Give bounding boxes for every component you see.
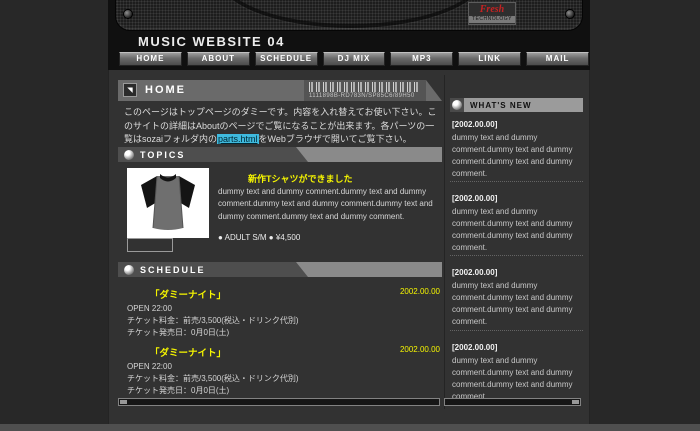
dotted-divider (450, 181, 583, 182)
topic-title: 新作Tシャツができました (248, 172, 353, 185)
event-row: 「ダミーナイト」 2002.00.00 (118, 345, 442, 359)
event-details: OPEN 22:00 チケット料金：前売/3,500(税込・ドリンク代別) チケ… (127, 361, 437, 397)
nav-about[interactable]: ABOUT (187, 52, 250, 66)
news-date: [2002.00.00] (452, 194, 582, 203)
event-ticket-release: チケット発売日：0月0日(土) (127, 385, 437, 397)
speaker-panel: Fresh TECHNOLOGY (115, 0, 583, 31)
brand-sub-text: TECHNOLOGY (469, 16, 515, 23)
barcode-icon (309, 82, 421, 92)
topics-section-label: TOPICS (140, 150, 185, 160)
news-item: [2002.00.00] dummy text and dummy commen… (452, 194, 582, 254)
nav-link[interactable]: LINK (458, 52, 521, 66)
event-ticket-release: チケット発売日：0月0日(土) (127, 327, 437, 339)
news-body: dummy text and dummy comment.dummy text … (452, 132, 582, 180)
screw-icon-left (123, 9, 133, 19)
news-date: [2002.00.00] (452, 268, 582, 277)
scrollbar-knob[interactable] (572, 400, 579, 404)
topics-section-header: TOPICS (118, 147, 442, 162)
tshirt-image (127, 168, 209, 238)
event-title: 「ダミーナイト」 (150, 287, 226, 301)
whats-new-label: WHAT'S NEW (470, 101, 532, 110)
news-body: dummy text and dummy comment.dummy text … (452, 355, 582, 403)
screw-icon-right (565, 9, 575, 19)
speaker-cone (216, 0, 486, 28)
event-open-time: OPEN 22:00 (127, 361, 437, 373)
event-date: 2002.00.00 (400, 287, 440, 301)
schedule-section-label: SCHEDULE (140, 265, 206, 275)
news-item: [2002.00.00] dummy text and dummy commen… (452, 120, 582, 180)
main-footer-scrollbar[interactable] (118, 398, 440, 406)
site-title: MUSIC WEBSITE 04 (138, 34, 285, 49)
sidebar-footer-scrollbar[interactable] (444, 398, 581, 406)
topic-body: dummy text and dummy comment.dummy text … (218, 186, 442, 223)
event-date: 2002.00.00 (400, 345, 440, 359)
news-item: [2002.00.00] dummy text and dummy commen… (452, 343, 582, 403)
dotted-divider (450, 255, 583, 256)
news-date: [2002.00.00] (452, 120, 582, 129)
scrollbar-knob[interactable] (120, 400, 127, 404)
tshirt-graphic (127, 168, 209, 238)
event-ticket-price: チケット料金：前売/3,500(税込・ドリンク代別) (127, 315, 437, 327)
news-date: [2002.00.00] (452, 343, 582, 352)
news-body: dummy text and dummy comment.dummy text … (452, 206, 582, 254)
page: Fresh TECHNOLOGY MUSIC WEBSITE 04 HOME A… (0, 0, 700, 431)
event-row: 「ダミーナイト」 2002.00.00 (118, 287, 442, 301)
header-band: Fresh TECHNOLOGY MUSIC WEBSITE 04 HOME A… (108, 0, 590, 70)
news-body: dummy text and dummy comment.dummy text … (452, 280, 582, 328)
parts-html-link[interactable]: parts.html (217, 134, 259, 144)
window-bottom-edge (0, 424, 700, 431)
whats-new-header: WHAT'S NEW (450, 98, 583, 112)
nav-djmix[interactable]: DJ MIX (323, 52, 386, 66)
topic-price-spec: ● ADULT S/M ● ¥4,500 (218, 233, 300, 242)
event-ticket-price: チケット料金：前売/3,500(税込・ドリンク代別) (127, 373, 437, 385)
barcode-text: 1111898B-RD783N/SP85C6/89H50 (309, 93, 415, 99)
topic-tag-placeholder (127, 238, 173, 252)
sphere-icon (452, 100, 462, 110)
event-title: 「ダミーナイト」 (150, 345, 226, 359)
dotted-divider (450, 330, 583, 331)
nav-home[interactable]: HOME (119, 52, 182, 66)
brand-logo-text: Fresh (469, 3, 515, 16)
column-divider (444, 75, 445, 409)
intro-text-after: をWebブラウザで開いてご覧下さい。 (259, 134, 412, 144)
whats-new-header-tip (450, 98, 464, 112)
sphere-icon (124, 265, 134, 275)
nav-mp3[interactable]: MP3 (390, 52, 453, 66)
home-section-header: ◥ HOME 1111898B-RD783N/SP85C6/89H50 (118, 80, 442, 101)
event-open-time: OPEN 22:00 (127, 303, 437, 315)
sphere-icon (124, 150, 134, 160)
home-icon: ◥ (123, 83, 137, 97)
nav-mail[interactable]: MAIL (526, 52, 589, 66)
event-details: OPEN 22:00 チケット料金：前売/3,500(税込・ドリンク代別) チケ… (127, 303, 437, 339)
news-item: [2002.00.00] dummy text and dummy commen… (452, 268, 582, 328)
intro-paragraph: このページはトップページのダミーです。内容を入れ替えてお使い下さい。このサイトの… (124, 106, 438, 147)
brand-badge: Fresh TECHNOLOGY (468, 2, 516, 25)
barcode-decoration: 1111898B-RD783N/SP85C6/89H50 (304, 80, 426, 101)
nav-schedule[interactable]: SCHEDULE (255, 52, 318, 66)
home-section-label: HOME (145, 84, 186, 96)
schedule-section-header: SCHEDULE (118, 262, 442, 277)
main-nav: HOME ABOUT SCHEDULE DJ MIX MP3 LINK MAIL (119, 52, 589, 66)
